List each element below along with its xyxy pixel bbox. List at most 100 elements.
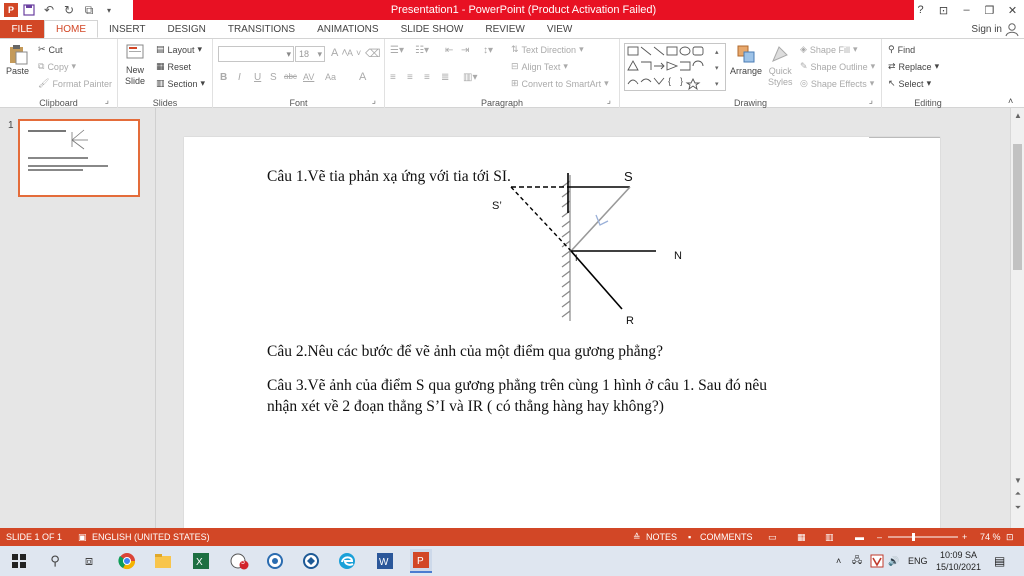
layout-button[interactable]: ▤ Layout ▾: [156, 44, 202, 55]
language-indicator[interactable]: ENGLISH (UNITED STATES): [92, 528, 210, 546]
shadow-button[interactable]: S: [270, 72, 277, 83]
tab-insert[interactable]: INSERT: [98, 20, 157, 38]
sign-in-link[interactable]: Sign in: [971, 20, 1002, 38]
network-icon[interactable]: 🖧: [852, 546, 862, 576]
help-button[interactable]: ?: [909, 0, 932, 20]
find-button[interactable]: ⚲ Find: [888, 44, 915, 55]
change-case-button[interactable]: Aa: [325, 72, 336, 82]
font-color-button[interactable]: A: [359, 71, 366, 83]
quick-styles-button[interactable]: Quick Styles: [768, 43, 793, 87]
word-icon[interactable]: W: [374, 551, 396, 571]
arrange-button[interactable]: Arrange: [730, 43, 762, 76]
zoom-in-icon[interactable]: +: [962, 528, 967, 546]
question-3-line-1[interactable]: Câu 3.Vẽ ảnh của điểm S qua gương phẳng …: [267, 377, 767, 395]
text-direction-button[interactable]: ⇅ Text Direction ▾: [511, 44, 584, 55]
chrome-icon[interactable]: [116, 551, 138, 571]
notes-button[interactable]: NOTES: [646, 528, 677, 546]
convert-smartart-button[interactable]: ⊞ Convert to SmartArt ▾: [511, 78, 609, 89]
windows-start-icon[interactable]: [8, 551, 30, 571]
scroll-down-icon[interactable]: ▼: [1011, 474, 1024, 486]
font-name-box[interactable]: ▾: [218, 46, 294, 62]
scroll-up-icon[interactable]: ▲: [1011, 109, 1024, 121]
dialog-launcher-icon[interactable]: ⌟: [869, 95, 873, 106]
close-button[interactable]: ✕: [1001, 0, 1024, 20]
comments-button[interactable]: COMMENTS: [700, 528, 753, 546]
edge-icon[interactable]: [336, 551, 358, 571]
numbering-icon[interactable]: ☷▾: [415, 45, 429, 56]
slide-thumbnail[interactable]: [18, 119, 140, 197]
slide-editor[interactable]: Câu 1.Vẽ tia phản xạ ứng với tia tới SI.: [157, 108, 1010, 537]
maximize-button[interactable]: ❐: [978, 0, 1001, 20]
input-language[interactable]: ENG: [908, 546, 928, 576]
copy-button[interactable]: ⧉ Copy ▾: [38, 61, 76, 72]
italic-button[interactable]: I: [238, 72, 241, 83]
undo-icon[interactable]: ↶: [40, 1, 58, 19]
clear-formatting-icon[interactable]: ⌫: [365, 47, 381, 60]
question-2-text[interactable]: Câu 2.Nêu các bước để vẽ ảnh của một điể…: [267, 343, 663, 361]
scrollbar-thumb[interactable]: [1013, 144, 1022, 270]
increase-indent-icon[interactable]: ⇥: [461, 45, 469, 56]
tab-design[interactable]: DESIGN: [157, 20, 217, 38]
format-painter-button[interactable]: 🖌 Format Painter: [38, 78, 112, 89]
line-spacing-icon[interactable]: ↕▾: [483, 45, 493, 56]
tab-home[interactable]: HOME: [44, 20, 98, 38]
question-1-text[interactable]: Câu 1.Vẽ tia phản xạ ứng với tia tới SI.: [267, 168, 511, 186]
shapes-gallery[interactable]: {} ▴ ▾ ▾: [624, 43, 726, 91]
task-view-icon[interactable]: ⧈: [78, 551, 100, 571]
replace-button[interactable]: ⇄ Replace ▾: [888, 61, 939, 72]
justify-icon[interactable]: ≣: [441, 72, 449, 83]
fit-slide-icon[interactable]: ⊡: [1006, 528, 1014, 546]
underline-button[interactable]: U: [254, 72, 261, 83]
antivirus-icon[interactable]: [870, 546, 884, 576]
collapse-ribbon-icon[interactable]: ˄: [1008, 96, 1013, 106]
volume-icon[interactable]: 🔊: [888, 546, 899, 576]
zoom-level[interactable]: 74 %: [980, 528, 1001, 546]
reflection-diagram[interactable]: [484, 165, 704, 330]
shape-effects-button[interactable]: ◎ Shape Effects ▾: [800, 78, 874, 89]
vertical-scrollbar[interactable]: ▲ ▼ ⏶ ⏷: [1010, 108, 1024, 528]
show-hidden-icons[interactable]: ˄: [836, 546, 841, 576]
tab-file[interactable]: FILE: [0, 20, 44, 38]
align-right-icon[interactable]: ≡: [424, 72, 430, 83]
redo-icon[interactable]: ↻: [60, 1, 78, 19]
bold-button[interactable]: B: [220, 72, 227, 83]
file-explorer-icon[interactable]: [152, 551, 174, 571]
strikethrough-button[interactable]: abc: [284, 72, 297, 81]
tab-view[interactable]: VIEW: [536, 20, 584, 38]
zoom-slider[interactable]: [888, 528, 958, 546]
dialog-launcher-icon[interactable]: ⌟: [372, 95, 376, 106]
save-icon[interactable]: [20, 1, 38, 19]
excel-icon[interactable]: X: [190, 551, 212, 571]
account-icon[interactable]: [1004, 21, 1020, 37]
ribbon-display-button[interactable]: ⊡: [932, 0, 955, 20]
app-icon-blue[interactable]: [264, 551, 286, 571]
section-button[interactable]: ▥ Section ▾: [156, 78, 205, 89]
align-left-icon[interactable]: ≡: [390, 72, 396, 83]
normal-view-icon[interactable]: ▭: [768, 528, 777, 546]
start-from-beginning-icon[interactable]: ⧉: [80, 1, 98, 19]
slideshow-view-icon[interactable]: ▬: [855, 528, 864, 546]
question-3-line-2[interactable]: nhận xét về 2 đoạn thẳng S’I và IR ( có …: [267, 398, 664, 416]
customize-qat-icon[interactable]: ▾: [100, 1, 118, 19]
bullets-icon[interactable]: ☰▾: [390, 45, 404, 56]
tab-transitions[interactable]: TRANSITIONS: [217, 20, 306, 38]
slide-canvas[interactable]: Câu 1.Vẽ tia phản xạ ứng với tia tới SI.: [184, 137, 940, 537]
select-button[interactable]: ↖ Select ▾: [888, 78, 931, 89]
decrease-indent-icon[interactable]: ⇤: [445, 45, 453, 56]
align-center-icon[interactable]: ≡: [407, 72, 413, 83]
align-text-button[interactable]: ⊟ Align Text ▾: [511, 61, 568, 72]
reset-button[interactable]: ▦ Reset: [156, 61, 191, 72]
shape-outline-button[interactable]: ✎ Shape Outline ▾: [800, 61, 875, 72]
action-center-icon[interactable]: ▤: [994, 546, 1005, 576]
tab-slide-show[interactable]: SLIDE SHOW: [390, 20, 475, 38]
app-icon-globe[interactable]: [300, 551, 322, 571]
shrink-font-button[interactable]: A ˅: [347, 48, 361, 58]
new-slide-button[interactable]: New Slide: [124, 42, 146, 86]
powerpoint-taskbar-icon[interactable]: P: [410, 549, 432, 573]
search-icon[interactable]: ⚲: [44, 551, 66, 571]
paste-button[interactable]: Paste: [6, 43, 29, 76]
shape-fill-button[interactable]: ◈ Shape Fill ▾: [800, 44, 857, 55]
tab-review[interactable]: REVIEW: [474, 20, 535, 38]
tab-animations[interactable]: ANIMATIONS: [306, 20, 389, 38]
messaging-app-icon[interactable]: 5: [228, 551, 250, 571]
